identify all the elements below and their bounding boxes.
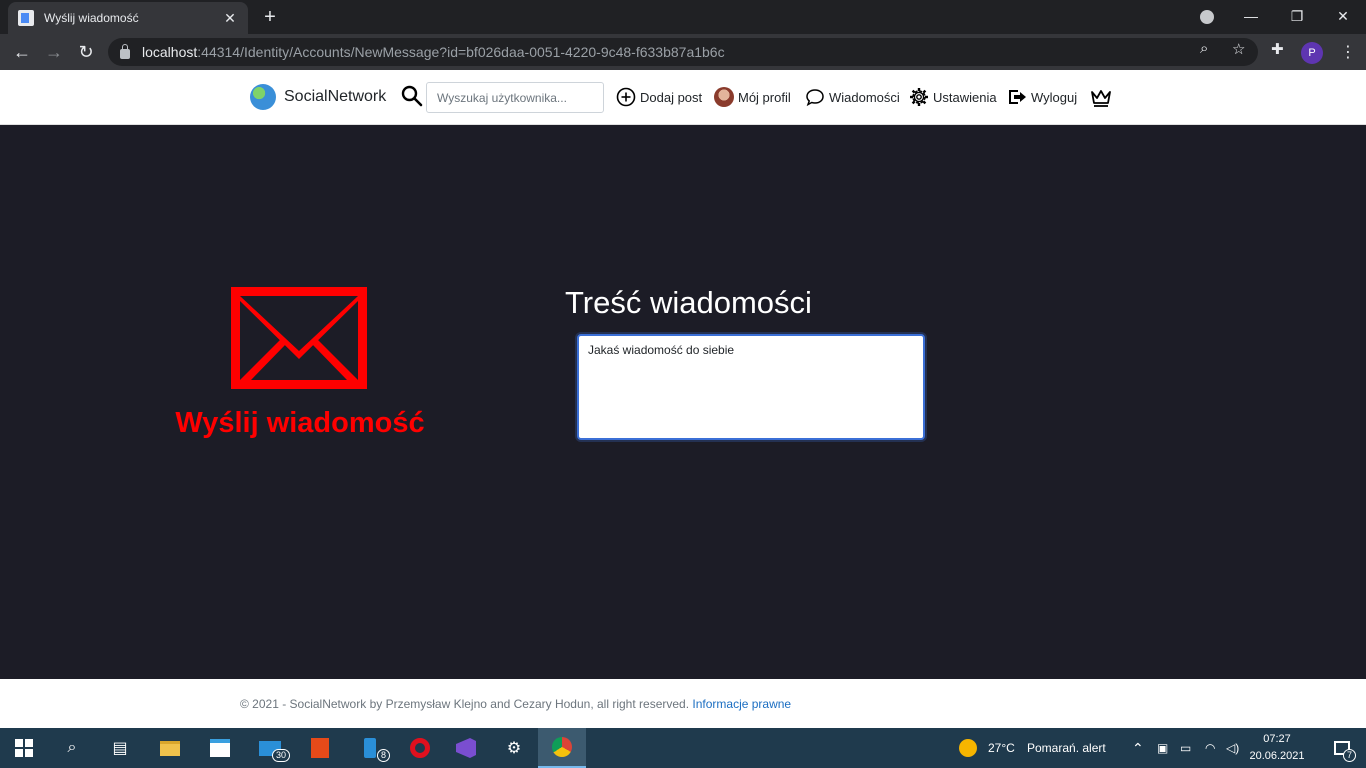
site-navbar: SocialNetwork Dodaj post Mój profil Wiad… <box>0 70 1366 125</box>
notifications-icon[interactable]: 7 <box>1318 728 1366 768</box>
task-view-icon[interactable]: ▤ <box>96 728 144 768</box>
user-search-input[interactable] <box>426 82 604 113</box>
browser-tabstrip: Wyślij wiadomość ✕ + — ❐ ✕ <box>0 0 1366 34</box>
globe-logo-icon <box>250 84 276 110</box>
page-favicon-icon <box>18 10 34 26</box>
office-icon[interactable] <box>296 728 344 768</box>
chat-bubble-icon <box>806 89 824 107</box>
restore-icon[interactable]: ❐ <box>1274 0 1320 34</box>
nav-logout-label: Wyloguj <box>1031 89 1078 105</box>
meet-now-icon[interactable]: ▣ <box>1157 728 1168 768</box>
visual-studio-icon[interactable] <box>442 728 490 768</box>
legal-info-link[interactable]: Informacje prawne <box>692 697 791 711</box>
logout-icon <box>1009 90 1026 104</box>
main-content: Wyślij wiadomość Treść wiadomości Jakaś … <box>0 125 1366 679</box>
clock-time: 07:27 <box>1263 733 1291 745</box>
nav-my-profile[interactable]: Mój profil <box>714 87 791 107</box>
windows-taskbar: ⌕ ▤ 30 8 ⚙ 27°C Pomarań. alert ⌃ ▣ ▭ ◠ ◁… <box>0 728 1366 768</box>
footer-copyright: © 2021 - SocialNetwork by Przemysław Kle… <box>240 697 791 711</box>
crown-icon[interactable] <box>1090 88 1112 108</box>
user-avatar <box>714 87 734 107</box>
plus-circle-icon <box>616 87 636 107</box>
site-footer: © 2021 - SocialNetwork by Przemysław Kle… <box>0 679 1366 729</box>
nav-settings[interactable]: Ustawienia <box>909 87 997 107</box>
new-tab-button[interactable]: + <box>258 6 282 30</box>
search-icon[interactable] <box>401 85 423 107</box>
nav-logout[interactable]: Wyloguj <box>1007 87 1077 107</box>
forward-arrow-icon[interactable]: → <box>42 40 66 64</box>
wifi-icon[interactable]: ◠ <box>1205 728 1215 768</box>
nav-messages[interactable]: Wiadomości <box>805 87 900 107</box>
bookmark-star-icon[interactable]: ☆ <box>1232 40 1245 58</box>
tab-search-icon[interactable] <box>1200 10 1214 24</box>
gear-icon <box>910 88 928 106</box>
message-content-label: Treść wiadomości <box>565 285 812 320</box>
phone-badge: 8 <box>376 749 390 762</box>
nav-settings-label: Ustawienia <box>933 89 997 105</box>
weather-temperature[interactable]: 27°C <box>988 728 1015 768</box>
clock-date: 20.06.2021 <box>1249 750 1305 762</box>
settings-gear-icon[interactable]: ⚙ <box>490 728 538 768</box>
url-text: localhost:44314/Identity/Accounts/NewMes… <box>142 44 725 60</box>
close-window-icon[interactable]: ✕ <box>1320 0 1366 34</box>
send-message-title: Wyślij wiadomość <box>175 407 425 439</box>
browser-tab[interactable]: Wyślij wiadomość ✕ <box>8 2 248 34</box>
mail-badge: 30 <box>271 749 290 762</box>
weather-sun-icon[interactable] <box>959 739 977 757</box>
footer-copyright-text: © 2021 - SocialNetwork by Przemysław Kle… <box>240 697 690 711</box>
extensions-puzzle-icon[interactable]: ✚ <box>1271 40 1284 58</box>
lock-icon <box>120 44 130 59</box>
nav-add-post[interactable]: Dodaj post <box>616 87 702 107</box>
brand-link[interactable]: SocialNetwork <box>250 84 386 110</box>
zoom-icon[interactable]: ⌕ <box>1200 40 1208 57</box>
minimize-icon[interactable]: — <box>1228 0 1274 34</box>
back-arrow-icon[interactable]: ← <box>10 40 34 64</box>
phone-app-icon[interactable]: 8 <box>346 728 394 768</box>
address-bar[interactable]: localhost:44314/Identity/Accounts/NewMes… <box>108 38 1258 66</box>
nav-add-post-label: Dodaj post <box>640 89 703 105</box>
profile-avatar[interactable]: P <box>1301 42 1323 64</box>
system-clock[interactable]: 07:27 20.06.2021 <box>1248 731 1306 765</box>
windows-start-icon[interactable] <box>0 728 48 768</box>
battery-icon[interactable]: ▭ <box>1180 728 1191 768</box>
browser-toolbar: ← → ↻ localhost:44314/Identity/Accounts/… <box>0 34 1366 70</box>
chrome-menu-icon[interactable]: ⋮ <box>1340 42 1356 62</box>
taskbar-search-icon[interactable]: ⌕ <box>48 728 96 768</box>
nav-my-profile-label: Mój profil <box>738 89 791 105</box>
opera-icon[interactable] <box>396 728 444 768</box>
tray-chevron-up-icon[interactable]: ⌃ <box>1132 728 1144 768</box>
chrome-taskbar-icon[interactable] <box>538 728 586 768</box>
envelope-icon <box>231 287 367 389</box>
reload-icon[interactable]: ↻ <box>74 40 98 64</box>
tab-title: Wyślij wiadomość <box>44 11 139 25</box>
notifications-badge: 7 <box>1342 749 1356 762</box>
volume-icon[interactable]: ◁) <box>1226 728 1239 768</box>
weather-alert[interactable]: Pomarań. alert <box>1027 728 1106 768</box>
close-tab-icon[interactable]: ✕ <box>222 10 238 27</box>
file-explorer-icon[interactable] <box>146 728 194 768</box>
mail-icon[interactable]: 30 <box>246 728 294 768</box>
store-icon[interactable] <box>196 728 244 768</box>
brand-name: SocialNetwork <box>284 88 387 105</box>
nav-messages-label: Wiadomości <box>829 89 900 105</box>
message-content-textarea[interactable]: Jakaś wiadomość do siebie <box>577 334 925 440</box>
